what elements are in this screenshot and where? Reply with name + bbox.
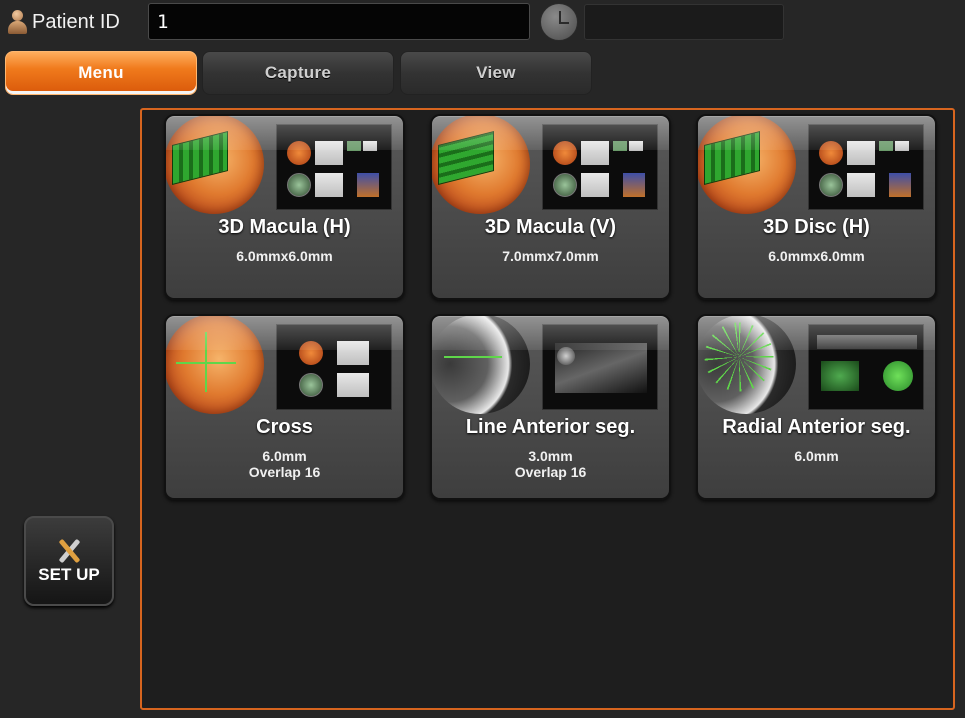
tab-menu[interactable]: Menu <box>5 51 197 95</box>
scan-mode-title: 3D Disc (H) <box>763 216 870 238</box>
scan-mode-cross[interactable]: Cross 6.0mm Overlap 16 <box>164 314 405 500</box>
scan-mode-title: Radial Anterior seg. <box>722 416 911 438</box>
clock-icon[interactable] <box>540 3 578 41</box>
scan-mode-title: 3D Macula (V) <box>484 216 617 238</box>
scan-mode-3d-macula-v[interactable]: 3D Macula (V) 7.0mmx7.0mm <box>430 114 671 300</box>
scan-mode-title: 3D Macula (H) <box>218 216 351 238</box>
scan-mode-subtitle: 6.0mm Overlap 16 <box>248 448 321 480</box>
scan-mode-radial-anterior-seg[interactable]: Radial Anterior seg. 6.0mm <box>696 314 937 500</box>
tab-view[interactable]: View <box>400 51 592 95</box>
scan-mode-title: Line Anterior seg. <box>465 416 636 438</box>
scan-mode-title: Cross <box>256 416 313 438</box>
patient-id-input[interactable] <box>148 3 530 40</box>
time-display <box>584 4 784 40</box>
scan-mode-subtitle: 6.0mm <box>794 448 839 464</box>
scan-mode-subtitle: 6.0mmx6.0mm <box>768 248 865 264</box>
scan-mode-subtitle: 6.0mmx6.0mm <box>236 248 333 264</box>
person-icon <box>6 9 28 35</box>
patient-id-label: Patient ID <box>32 10 120 33</box>
scan-mode-panel: 3D Macula (H) 6.0mmx6.0mm 3D Macula (V) … <box>140 108 955 710</box>
scan-mode-3d-macula-h[interactable]: 3D Macula (H) 6.0mmx6.0mm <box>164 114 405 300</box>
tab-capture[interactable]: Capture <box>202 51 394 95</box>
scan-mode-3d-disc-h[interactable]: 3D Disc (H) 6.0mmx6.0mm <box>696 114 937 300</box>
scan-mode-subtitle: 3.0mm Overlap 16 <box>514 448 587 480</box>
setup-label: SET UP <box>38 565 100 584</box>
patient-id-label-group: Patient ID <box>6 4 120 40</box>
tools-icon <box>52 537 86 564</box>
scan-mode-subtitle: 7.0mmx7.0mm <box>502 248 599 264</box>
setup-button[interactable]: SET UP <box>24 516 114 606</box>
line-anterior-icon <box>444 356 502 358</box>
scan-mode-line-anterior-seg[interactable]: Line Anterior seg. 3.0mm Overlap 16 <box>430 314 671 500</box>
